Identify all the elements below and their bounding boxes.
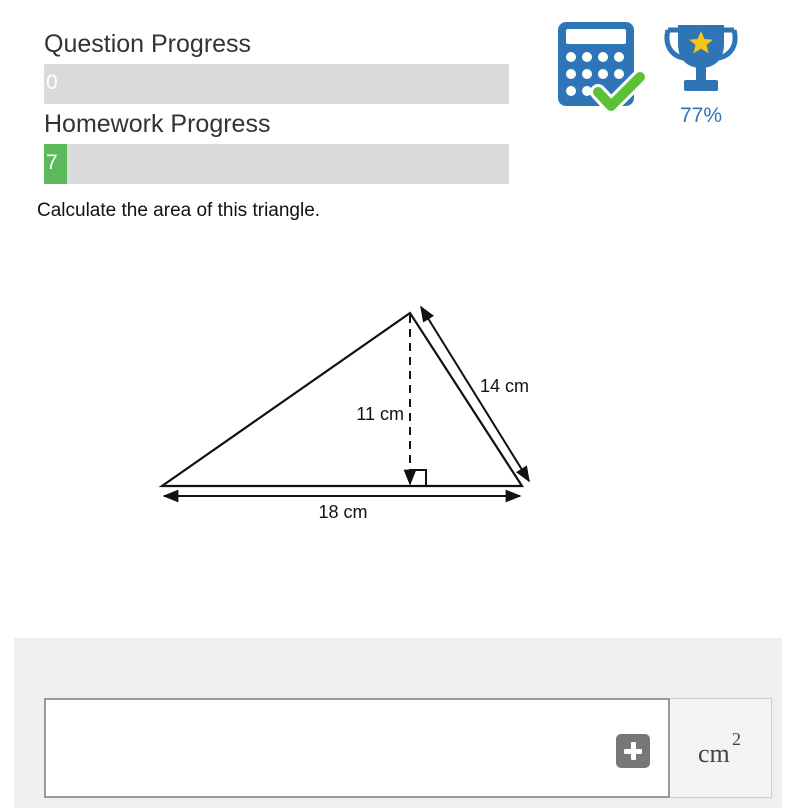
calculator-check-icon[interactable] (556, 20, 648, 116)
unit-box: cm 2 (670, 698, 772, 798)
base-label: 18 cm (318, 502, 367, 522)
insert-symbol-button[interactable] (616, 734, 650, 768)
height-label: 11 cm (356, 404, 404, 424)
question-progress-value: 0 (46, 71, 58, 94)
triangle-diagram: 11 cm 14 cm 18 cm (158, 305, 530, 522)
homework-progress-value: 7 (46, 151, 58, 174)
side-label: 14 cm (480, 376, 529, 396)
triangle-shape (158, 311, 525, 488)
trophy-score: 77% (679, 104, 723, 127)
homework-progress-bar: 7 (44, 144, 509, 184)
right-angle-marker (410, 469, 427, 486)
trophy-star-icon (664, 25, 738, 91)
page: Question Progress 0 Homework Progress 7 … (0, 0, 808, 808)
unit-label: cm (698, 739, 730, 768)
question-text: Calculate the area of this triangle. (37, 200, 321, 221)
answer-input[interactable] (44, 698, 670, 798)
unit-exponent: 2 (732, 729, 741, 749)
homework-progress-label: Homework Progress (44, 110, 271, 138)
question-progress-bar: 0 (44, 64, 509, 104)
question-progress-label: Question Progress (44, 30, 252, 58)
